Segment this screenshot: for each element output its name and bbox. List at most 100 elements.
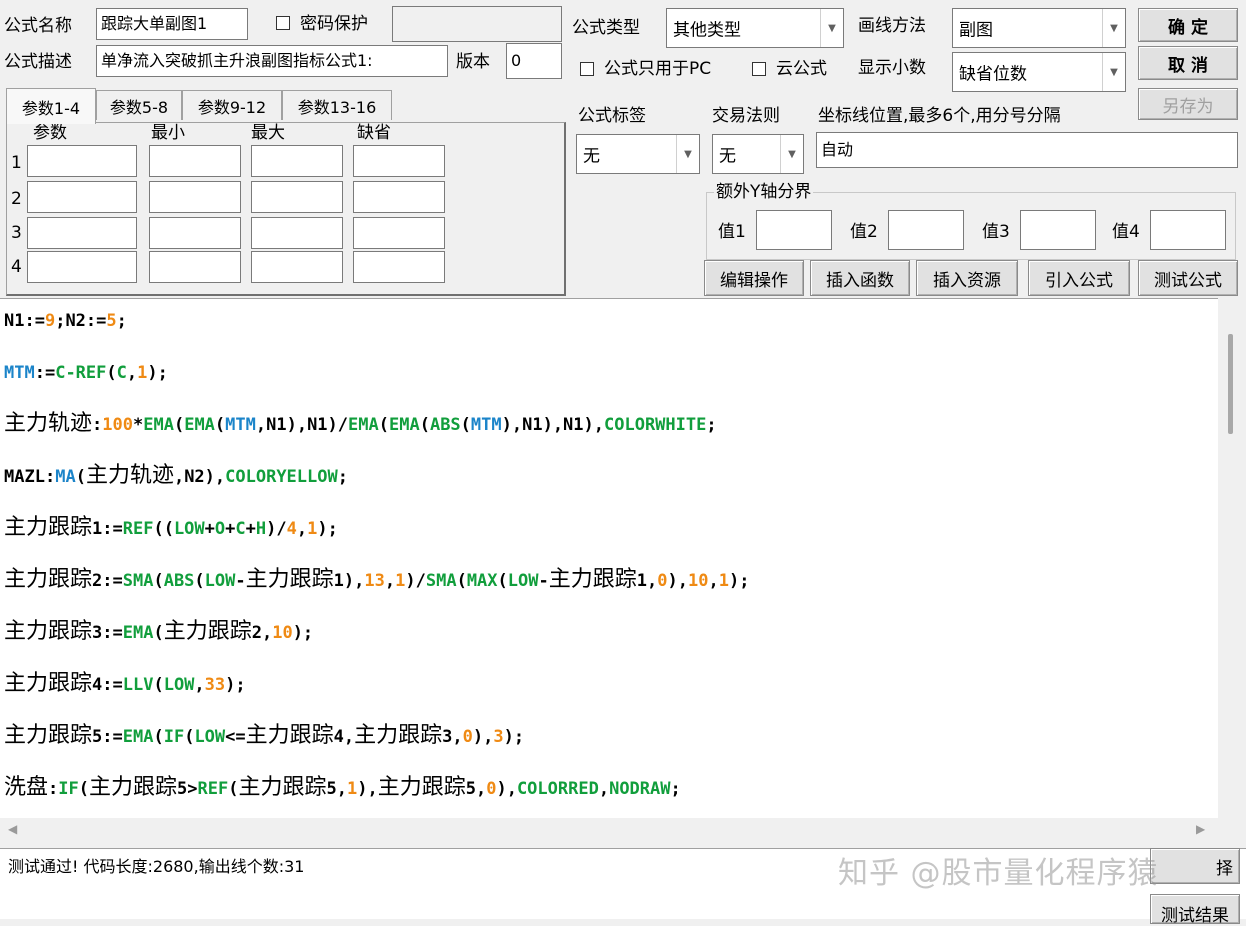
- axis-position-input[interactable]: 自动: [816, 132, 1238, 168]
- value2-input[interactable]: [888, 210, 964, 250]
- decimals-select[interactable]: 缺省位数 ▼: [952, 52, 1126, 92]
- scrollbar-thumb[interactable]: [1228, 334, 1233, 434]
- vertical-scrollbar[interactable]: [1218, 298, 1246, 818]
- horizontal-scrollbar[interactable]: ◀ ▶: [0, 818, 1218, 844]
- arrow-right-icon[interactable]: ▶: [1196, 822, 1205, 836]
- param-2-name-input[interactable]: [27, 181, 137, 213]
- chevron-down-icon[interactable]: ▼: [780, 135, 803, 173]
- code-token: EMA: [143, 415, 174, 435]
- code-token: ),: [496, 779, 517, 799]
- code-line[interactable]: 主力轨迹:100*EMA(EMA(MTM,N1),N1)/EMA(EMA(ABS…: [4, 407, 717, 441]
- code-token: (: [419, 415, 430, 435]
- code-token: 100: [102, 415, 133, 435]
- insert-function-button[interactable]: 插入函数: [810, 260, 910, 296]
- cancel-button[interactable]: 取 消: [1138, 46, 1238, 80]
- code-token: );: [292, 623, 314, 643]
- code-line[interactable]: MTM:=C-REF(C,1);: [4, 355, 168, 389]
- code-token: REF: [197, 779, 229, 799]
- tab-params-1-4[interactable]: 参数1-4: [6, 88, 96, 124]
- param-2-default-input[interactable]: [353, 181, 445, 213]
- pc-only-checkbox[interactable]: [580, 62, 594, 76]
- tab-params-13-16[interactable]: 参数13-16: [282, 90, 392, 120]
- trade-rule-select[interactable]: 无 ▼: [712, 134, 804, 174]
- code-line[interactable]: 主力跟踪3:=EMA(主力跟踪2,10);: [4, 615, 313, 649]
- code-line[interactable]: 洗盘:IF(主力跟踪5>REF(主力跟踪5,1),主力跟踪5,0),COLORR…: [4, 771, 681, 805]
- param-3-min-input[interactable]: [149, 217, 241, 249]
- test-formula-button[interactable]: 测试公式: [1138, 260, 1238, 296]
- tab-params-9-12[interactable]: 参数9-12: [182, 90, 282, 120]
- code-token: (: [456, 571, 467, 591]
- code-token: 主力跟踪: [377, 775, 466, 800]
- param-1-name-input[interactable]: [27, 145, 137, 177]
- code-line[interactable]: 主力跟踪1:=REF((LOW+O+C+H)/4,1);: [4, 511, 338, 545]
- code-token: <=: [225, 727, 246, 747]
- code-editor[interactable]: N1:=9;N2:=5; MTM:=C-REF(C,1); 主力轨迹:100*EMA…: [0, 298, 1218, 819]
- save-as-button[interactable]: 另存为: [1138, 88, 1238, 120]
- value4-input[interactable]: [1150, 210, 1226, 250]
- chevron-down-icon[interactable]: ▼: [820, 9, 843, 47]
- param-4-max-input[interactable]: [251, 251, 343, 283]
- code-line[interactable]: 主力跟踪5:=EMA(IF(LOW<=主力跟踪4,主力跟踪3,0),3);: [4, 719, 524, 753]
- arrow-left-icon[interactable]: ◀: [8, 822, 17, 836]
- code-token: 33: [204, 675, 226, 695]
- decimals-label: 显示小数: [858, 58, 926, 78]
- axis-position-label: 坐标线位置,最多6个,用分号分隔: [818, 106, 1061, 126]
- param-3-default-input[interactable]: [353, 217, 445, 249]
- chevron-down-icon[interactable]: ▼: [676, 135, 699, 173]
- formula-name-input[interactable]: 跟踪大单副图1: [96, 8, 248, 40]
- side-button[interactable]: 择: [1150, 848, 1240, 884]
- cloud-formula-label: 云公式: [776, 59, 827, 79]
- formula-tag-select[interactable]: 无 ▼: [576, 134, 700, 174]
- param-1-max-input[interactable]: [251, 145, 343, 177]
- param-col-name: 参数: [33, 123, 67, 143]
- password-label: 密码保护: [300, 14, 368, 34]
- code-token: ,: [194, 675, 205, 695]
- value1-label: 值1: [718, 222, 746, 242]
- formula-name-label: 公式名称: [4, 16, 72, 36]
- cloud-formula-checkbox[interactable]: [752, 62, 766, 76]
- ok-button[interactable]: 确 定: [1138, 8, 1238, 42]
- value3-input[interactable]: [1020, 210, 1096, 250]
- param-4-name-input[interactable]: [27, 251, 137, 283]
- param-col-min: 最小: [151, 123, 185, 143]
- param-3-max-input[interactable]: [251, 217, 343, 249]
- code-token: MTM: [225, 415, 256, 435]
- code-line[interactable]: 主力跟踪4:=LLV(LOW,33);: [4, 667, 246, 701]
- param-2-max-input[interactable]: [251, 181, 343, 213]
- code-token: (: [78, 779, 89, 799]
- tab-params-5-8[interactable]: 参数5-8: [96, 90, 182, 120]
- code-token: 5: [106, 311, 117, 331]
- code-token: C-REF: [55, 363, 107, 383]
- edit-operations-button[interactable]: 编辑操作: [704, 260, 804, 296]
- code-line[interactable]: MAZL:MA(主力轨迹,N2),COLORYELLOW;: [4, 459, 348, 493]
- insert-resource-button[interactable]: 插入资源: [916, 260, 1018, 296]
- param-4-default-input[interactable]: [353, 251, 445, 283]
- code-token: ((: [153, 519, 174, 539]
- version-input[interactable]: 0: [506, 43, 562, 79]
- code-line[interactable]: 主力跟踪2:=SMA(ABS(LOW-主力跟踪1),13,1)/SMA(MAX(…: [4, 563, 749, 597]
- password-checkbox[interactable]: [276, 16, 290, 30]
- param-4-min-input[interactable]: [149, 251, 241, 283]
- code-token: ),N1),N1),: [501, 415, 604, 435]
- code-token: 主力轨迹: [4, 411, 93, 436]
- chevron-down-icon[interactable]: ▼: [1102, 9, 1125, 47]
- chevron-down-icon[interactable]: ▼: [1102, 53, 1125, 91]
- code-token: )/: [266, 519, 287, 539]
- import-formula-button[interactable]: 引入公式: [1028, 260, 1130, 296]
- formula-type-select[interactable]: 其他类型 ▼: [666, 8, 844, 48]
- code-token: 10: [272, 623, 293, 643]
- value1-input[interactable]: [756, 210, 832, 250]
- formula-tag-value: 无: [583, 146, 600, 167]
- draw-method-select[interactable]: 副图 ▼: [952, 8, 1126, 48]
- code-token: LOW: [194, 727, 226, 747]
- formula-desc-input[interactable]: 单净流入突破抓主升浪副图指标公式1:: [96, 45, 448, 77]
- param-1-min-input[interactable]: [149, 145, 241, 177]
- password-input[interactable]: [392, 6, 562, 42]
- test-result-button[interactable]: 测试结果: [1150, 894, 1240, 926]
- param-3-name-input[interactable]: [27, 217, 137, 249]
- param-2-min-input[interactable]: [149, 181, 241, 213]
- code-token: ;: [670, 779, 681, 799]
- code-token: EMA: [184, 415, 215, 435]
- code-line[interactable]: N1:=9;N2:=5;: [4, 303, 127, 337]
- param-1-default-input[interactable]: [353, 145, 445, 177]
